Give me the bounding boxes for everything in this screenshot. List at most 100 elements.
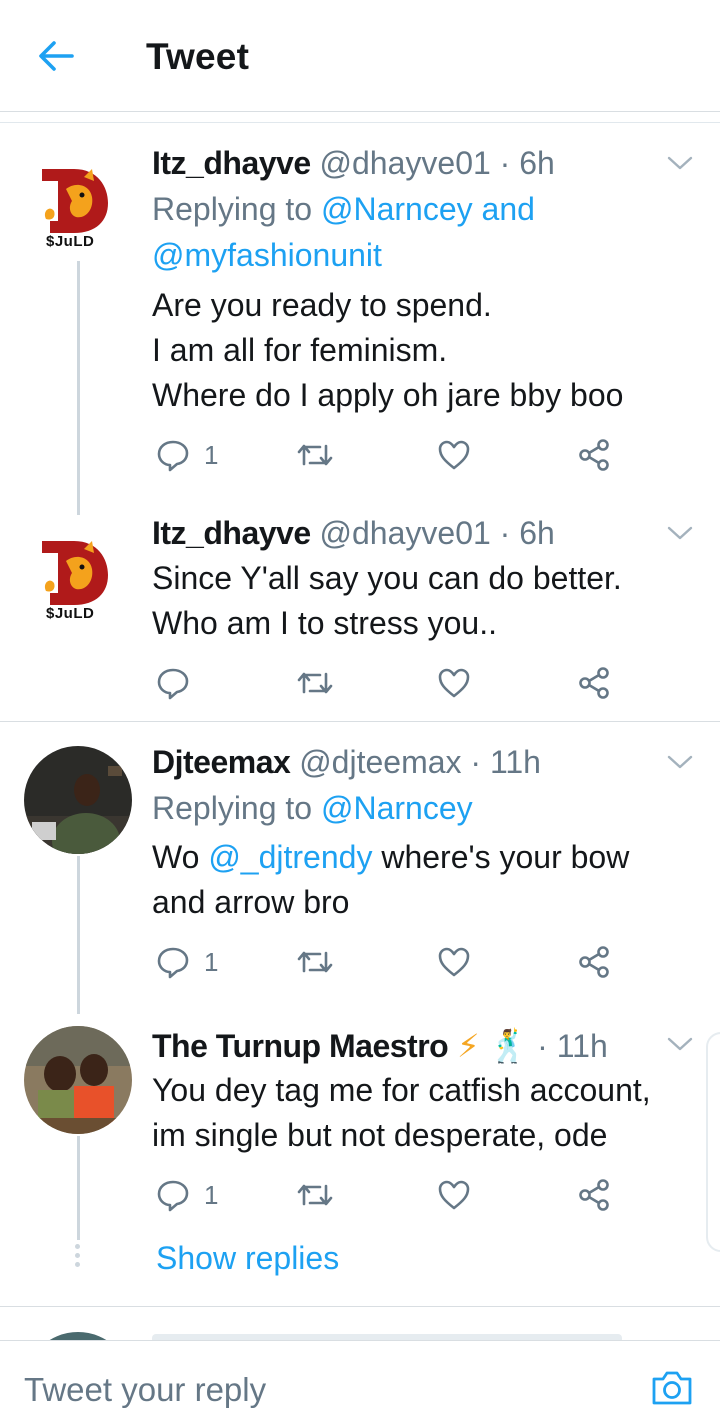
like-button[interactable] xyxy=(437,1175,471,1215)
timestamp: 6h xyxy=(519,145,555,181)
share-icon xyxy=(579,667,609,699)
mention-link[interactable]: @Narncey xyxy=(321,790,473,826)
tweet-text: Since Y'all say you can do better. Who a… xyxy=(152,556,702,646)
tweet-actions xyxy=(152,663,622,703)
conjunction: and xyxy=(481,191,535,227)
tweet[interactable]: Djteemax @djteemax · 11h Replying to @Na… xyxy=(0,722,720,1014)
dot-separator: · xyxy=(499,515,511,551)
tweet-text-line: im single but not desperate, ode xyxy=(152,1117,608,1153)
mention-link[interactable]: @Narncey xyxy=(321,191,473,227)
reply-count: 1 xyxy=(204,1179,219,1210)
reply-input[interactable]: Tweet your reply xyxy=(24,1371,266,1409)
avatar[interactable] xyxy=(24,1026,132,1134)
chevron-down-icon[interactable] xyxy=(666,1034,694,1054)
reply-count: 1 xyxy=(204,439,219,470)
tweet[interactable]: $JuLD Itz_dhayve @dhayve01 · 6h Since Y'… xyxy=(0,503,720,721)
dot-separator: · xyxy=(537,1028,548,1064)
reply-icon xyxy=(157,440,189,472)
retweet-icon xyxy=(297,444,333,466)
reply-icon xyxy=(157,947,189,979)
display-name[interactable]: Djteemax xyxy=(152,744,291,780)
mention-link[interactable]: @_djtrendy xyxy=(208,839,372,875)
tweet[interactable]: The Turnup Maestro ⚡ 🕺 · 11h You dey tag… xyxy=(0,1000,720,1240)
thread-line xyxy=(77,856,80,1014)
mention-link[interactable]: @myfashionunit xyxy=(152,237,382,273)
tweet[interactable]: $JuLD Itz_dhayve @dhayve01 · 6h Replying… xyxy=(0,123,720,515)
thread-line xyxy=(77,1136,80,1240)
share-button[interactable] xyxy=(577,435,611,475)
back-arrow-icon[interactable] xyxy=(36,36,76,76)
reply-button[interactable]: 1 xyxy=(156,435,218,475)
retweet-icon xyxy=(297,1184,333,1206)
tweet-text-line: I am all for feminism. xyxy=(152,332,448,368)
reply-button[interactable]: 1 xyxy=(156,1175,218,1215)
share-button[interactable] xyxy=(577,942,611,982)
reply-count: 1 xyxy=(204,946,219,977)
retweet-button[interactable] xyxy=(296,663,334,703)
tweet-text-line: Are you ready to spend. xyxy=(152,287,492,323)
text-fragment: Wo xyxy=(152,839,200,875)
dot-separator: · xyxy=(499,145,511,181)
retweet-button[interactable] xyxy=(296,942,334,982)
thread-line xyxy=(77,261,80,515)
replying-prefix: Replying to xyxy=(152,191,313,227)
replying-to: Replying to @Narncey xyxy=(152,785,473,831)
name-emoji: ⚡ 🕺 xyxy=(457,1028,529,1064)
tweet-text-line: Wo @_djtrendy where's your bow xyxy=(152,835,702,880)
reply-icon xyxy=(157,668,189,700)
tweet-meta: Djteemax @djteemax · 11h xyxy=(152,742,541,782)
handle[interactable]: @djteemax xyxy=(299,744,461,780)
avatar-caption: $JuLD xyxy=(46,233,95,250)
replying-to: Replying to @Narncey and xyxy=(152,186,535,232)
reply-composer[interactable]: Tweet your reply xyxy=(0,1340,720,1426)
reply-button[interactable] xyxy=(156,663,204,703)
like-button[interactable] xyxy=(437,435,471,475)
reply-button[interactable]: 1 xyxy=(156,942,218,982)
chevron-down-icon[interactable] xyxy=(666,523,694,543)
retweet-button[interactable] xyxy=(296,1175,334,1215)
tweet-actions: 1 xyxy=(152,435,622,475)
display-name[interactable]: Itz_dhayve xyxy=(152,515,311,551)
avatar[interactable] xyxy=(24,746,132,854)
top-bar: Tweet xyxy=(0,0,720,112)
tweet-text-line: Who am I to stress you.. xyxy=(152,605,497,641)
replying-prefix: Replying to xyxy=(152,790,313,826)
like-icon xyxy=(438,440,470,470)
chevron-down-icon[interactable] xyxy=(666,153,694,173)
chevron-down-icon[interactable] xyxy=(666,752,694,772)
avatar-caption: $JuLD xyxy=(46,605,95,622)
display-name[interactable]: The Turnup Maestro xyxy=(152,1028,449,1064)
avatar[interactable]: $JuLD xyxy=(36,531,116,622)
display-name[interactable]: Itz_dhayve xyxy=(152,145,311,181)
tweet-text-line: Since Y'all say you can do better. xyxy=(152,560,622,596)
retweet-button[interactable] xyxy=(296,435,334,475)
share-icon xyxy=(579,1179,609,1211)
retweet-icon xyxy=(297,672,333,694)
tweet-text-line: Where do I apply oh jare bby boo xyxy=(152,377,624,413)
reply-icon xyxy=(157,1180,189,1212)
share-button[interactable] xyxy=(577,663,611,703)
like-icon xyxy=(438,1180,470,1210)
show-replies-link[interactable]: Show replies xyxy=(156,1240,339,1277)
scroll-indicator xyxy=(706,1032,720,1252)
tweet-text: Are you ready to spend. I am all for fem… xyxy=(152,283,702,418)
like-icon xyxy=(438,668,470,698)
tweet-meta: Itz_dhayve @dhayve01 · 6h xyxy=(152,143,555,183)
next-tweet-preview xyxy=(0,1306,720,1340)
timestamp: 6h xyxy=(519,515,555,551)
timestamp: 11h xyxy=(556,1028,608,1064)
tweet-text-line: You dey tag me for catfish account, xyxy=(152,1072,651,1108)
camera-icon[interactable] xyxy=(650,1367,694,1407)
dot-separator: · xyxy=(470,744,482,780)
handle[interactable]: @dhayve01 xyxy=(320,145,491,181)
handle[interactable]: @dhayve01 xyxy=(320,515,491,551)
text-fragment: where's your bow xyxy=(381,839,630,875)
avatar xyxy=(24,1332,132,1340)
share-button[interactable] xyxy=(577,1175,611,1215)
like-button[interactable] xyxy=(437,663,471,703)
avatar-photo xyxy=(24,1026,132,1134)
tweet-text: You dey tag me for catfish account, im s… xyxy=(152,1068,702,1158)
avatar-photo xyxy=(24,746,132,854)
like-button[interactable] xyxy=(437,942,471,982)
avatar[interactable]: $JuLD xyxy=(36,159,116,250)
